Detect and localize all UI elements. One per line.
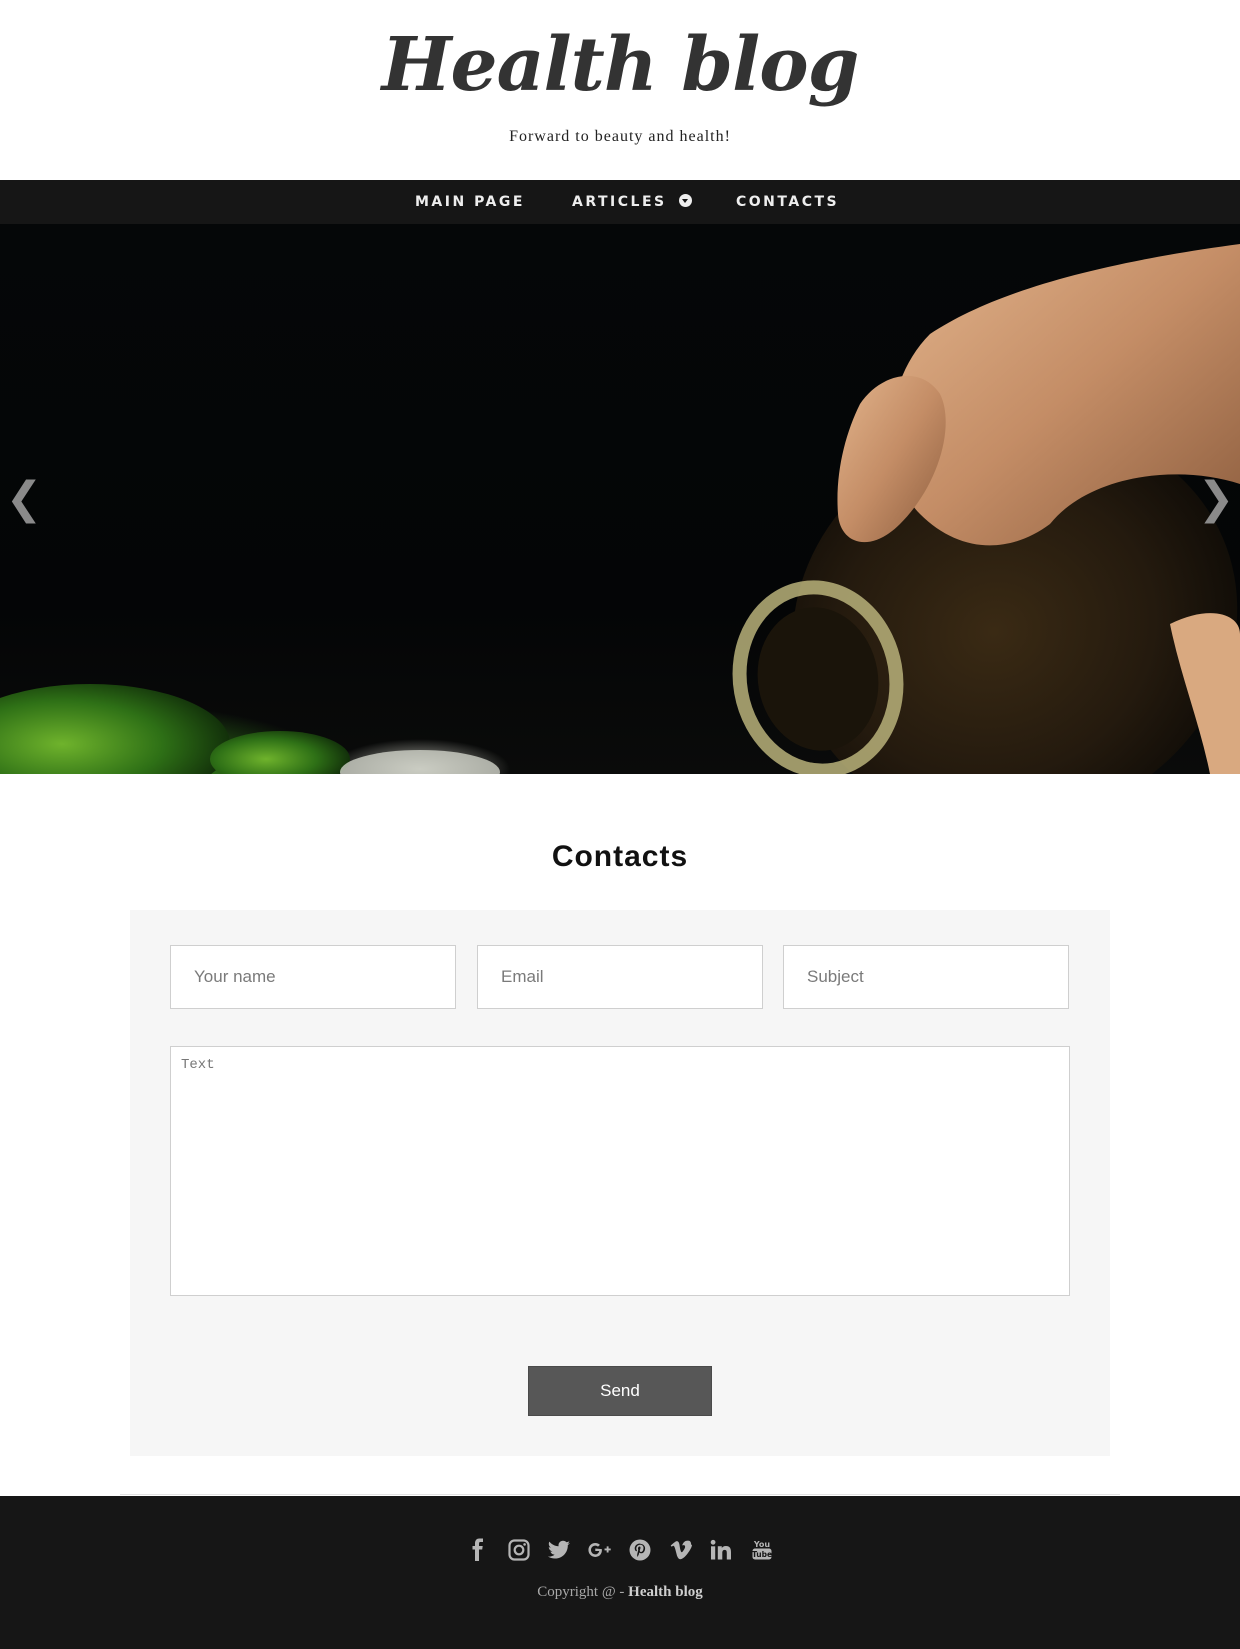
nav-item-contacts[interactable]: CONTACTS (736, 180, 839, 224)
chevron-right-icon[interactable]: ❯ (1196, 474, 1236, 524)
chevron-left-icon[interactable]: ❮ (4, 474, 44, 524)
site-footer: You Tube Copyright @ - Health blog (0, 1496, 1240, 1649)
nav-item-label: MAIN PAGE (415, 194, 525, 210)
nav-item-main-page[interactable]: MAIN PAGE (415, 180, 525, 224)
site-header: Health blog Forward to beauty and health… (0, 0, 1240, 180)
google-plus-icon[interactable] (584, 1536, 616, 1564)
youtube-icon[interactable]: You Tube (746, 1536, 778, 1564)
footer-divider (120, 1494, 1120, 1495)
site-tagline: Forward to beauty and health! (509, 128, 731, 145)
vimeo-icon[interactable] (665, 1536, 697, 1564)
facebook-icon[interactable] (462, 1536, 494, 1564)
linkedin-icon[interactable] (705, 1536, 737, 1564)
send-button[interactable]: Send (528, 1366, 712, 1416)
social-links: You Tube (0, 1536, 1240, 1564)
contact-form: Send (130, 910, 1110, 1456)
subject-field[interactable] (783, 945, 1069, 1009)
pinterest-icon[interactable] (624, 1536, 656, 1564)
hero-slider: ❮ ❯ (0, 224, 1240, 774)
nav-item-label: ARTICLES (572, 194, 667, 210)
page-title: Contacts (551, 840, 689, 873)
name-field[interactable] (170, 945, 456, 1009)
chevron-down-icon[interactable] (678, 193, 692, 207)
hero-image (0, 244, 1240, 774)
instagram-icon[interactable] (503, 1536, 535, 1564)
copyright: Copyright @ - Health blog (0, 1584, 1240, 1601)
main-nav: MAIN PAGE ARTICLES CONTACTS (0, 180, 1240, 224)
twitter-icon[interactable] (543, 1536, 575, 1564)
email-field[interactable] (477, 945, 763, 1009)
nav-item-label: CONTACTS (736, 194, 840, 210)
copyright-brand-link[interactable]: Health blog (628, 1584, 703, 1600)
message-textarea[interactable] (170, 1046, 1070, 1296)
svg-text:Tube: Tube (752, 1550, 772, 1559)
nav-item-articles[interactable]: ARTICLES (572, 180, 692, 224)
svg-text:You: You (752, 1540, 770, 1549)
site-logo[interactable]: Health blog (0, 22, 1240, 108)
copyright-prefix: Copyright @ - (537, 1584, 629, 1600)
